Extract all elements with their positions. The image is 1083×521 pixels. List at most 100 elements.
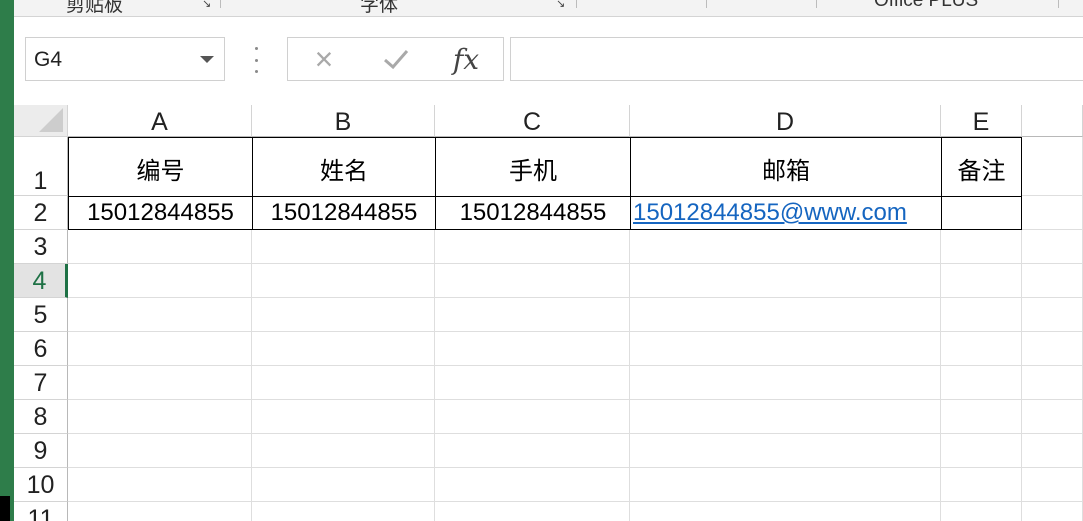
name-box-value[interactable]: G4 [34, 48, 62, 72]
row-header-5[interactable]: 5 [14, 298, 68, 332]
row-header-7[interactable]: 7 [14, 366, 68, 400]
cell-f9[interactable] [1022, 434, 1083, 468]
cell-c11[interactable] [435, 502, 630, 521]
row-header-4[interactable]: 4 [14, 264, 68, 298]
cell-e11[interactable] [941, 502, 1022, 521]
insert-function-button[interactable]: fx [446, 42, 486, 76]
cell-b10[interactable] [252, 468, 435, 502]
cell-f3[interactable] [1022, 230, 1083, 264]
cell-d1[interactable]: 邮箱 [630, 137, 942, 197]
cell-b6[interactable] [252, 332, 435, 366]
name-box[interactable]: G4 [25, 37, 225, 81]
cell-c9[interactable] [435, 434, 630, 468]
font-launcher-icon[interactable]: ↘ [556, 0, 566, 10]
ribbon-separator [220, 0, 221, 8]
cell-a5[interactable] [68, 298, 252, 332]
cell-a6[interactable] [68, 332, 252, 366]
cell-b7[interactable] [252, 366, 435, 400]
column-header-d[interactable]: D [630, 105, 941, 137]
row-header-2[interactable]: 2 [14, 196, 68, 230]
cell-e3[interactable] [941, 230, 1022, 264]
cell-f4[interactable] [1022, 264, 1083, 298]
cell-a3[interactable] [68, 230, 252, 264]
cell-f2[interactable] [1022, 196, 1083, 230]
spreadsheet-grid: A B C D E 1 2 3 4 5 6 7 8 9 10 11 编号 姓名 … [14, 105, 1083, 521]
cell-e10[interactable] [941, 468, 1022, 502]
cell-d8[interactable] [630, 400, 941, 434]
email-link-cell[interactable]: 15012844855@www.com [630, 196, 942, 230]
cell-c4[interactable] [435, 264, 630, 298]
column-header-e[interactable]: E [941, 105, 1022, 137]
cell-a10[interactable] [68, 468, 252, 502]
row-header-1[interactable]: 1 [14, 137, 68, 196]
select-all-button[interactable] [14, 105, 68, 137]
cell-d4[interactable] [630, 264, 941, 298]
cell-a11[interactable] [68, 502, 252, 521]
check-icon[interactable] [376, 42, 416, 76]
cell-a7[interactable] [68, 366, 252, 400]
column-header-a[interactable]: A [68, 105, 252, 137]
cell-d7[interactable] [630, 366, 941, 400]
ribbon-group-officeplus: Office PLUS [874, 0, 979, 11]
row-header-3[interactable]: 3 [14, 230, 68, 264]
cell-f5[interactable] [1022, 298, 1083, 332]
cell-a1[interactable]: 编号 [68, 137, 253, 197]
column-header-f[interactable] [1022, 105, 1083, 137]
cell-b4[interactable] [252, 264, 435, 298]
cell-e1[interactable]: 备注 [941, 137, 1022, 197]
cancel-icon[interactable]: × [304, 42, 344, 76]
cell-c10[interactable] [435, 468, 630, 502]
cell-c3[interactable] [435, 230, 630, 264]
cell-e4[interactable] [941, 264, 1022, 298]
cell-c7[interactable] [435, 366, 630, 400]
cell-e5[interactable] [941, 298, 1022, 332]
cell-e8[interactable] [941, 400, 1022, 434]
taskbar-fragment [0, 496, 10, 521]
cell-d11[interactable] [630, 502, 941, 521]
ribbon-separator [1058, 0, 1059, 8]
cell-b3[interactable] [252, 230, 435, 264]
formula-input[interactable] [510, 37, 1083, 81]
cell-d9[interactable] [630, 434, 941, 468]
cell-b5[interactable] [252, 298, 435, 332]
cell-c8[interactable] [435, 400, 630, 434]
cell-a4[interactable] [68, 264, 252, 298]
cell-b11[interactable] [252, 502, 435, 521]
cell-b8[interactable] [252, 400, 435, 434]
cell-c2[interactable]: 15012844855 [435, 196, 631, 230]
row-header-11[interactable]: 11 [14, 502, 68, 521]
clipboard-launcher-icon[interactable]: ↘ [202, 0, 212, 10]
column-header-b[interactable]: B [252, 105, 435, 137]
cell-b9[interactable] [252, 434, 435, 468]
cell-a9[interactable] [68, 434, 252, 468]
cell-f11[interactable] [1022, 502, 1083, 521]
cell-f10[interactable] [1022, 468, 1083, 502]
cell-e6[interactable] [941, 332, 1022, 366]
cell-c1[interactable]: 手机 [435, 137, 631, 197]
cell-f7[interactable] [1022, 366, 1083, 400]
cell-e7[interactable] [941, 366, 1022, 400]
cell-d3[interactable] [630, 230, 941, 264]
chevron-down-icon[interactable] [200, 56, 214, 63]
cell-e9[interactable] [941, 434, 1022, 468]
row-header-9[interactable]: 9 [14, 434, 68, 468]
cell-f8[interactable] [1022, 400, 1083, 434]
row-header-6[interactable]: 6 [14, 332, 68, 366]
cell-b1[interactable]: 姓名 [252, 137, 436, 197]
cell-c5[interactable] [435, 298, 630, 332]
column-header-c[interactable]: C [435, 105, 630, 137]
cell-e2[interactable] [941, 196, 1022, 230]
cell-d6[interactable] [630, 332, 941, 366]
more-options-icon[interactable] [254, 47, 258, 73]
cell-a2[interactable]: 15012844855 [68, 196, 253, 230]
cell-f1[interactable] [1022, 137, 1083, 196]
ribbon-separator [706, 0, 707, 8]
cell-c6[interactable] [435, 332, 630, 366]
row-header-10[interactable]: 10 [14, 468, 68, 502]
cell-a8[interactable] [68, 400, 252, 434]
cell-f6[interactable] [1022, 332, 1083, 366]
cell-d5[interactable] [630, 298, 941, 332]
row-header-8[interactable]: 8 [14, 400, 68, 434]
cell-d10[interactable] [630, 468, 941, 502]
cell-b2[interactable]: 15012844855 [252, 196, 436, 230]
